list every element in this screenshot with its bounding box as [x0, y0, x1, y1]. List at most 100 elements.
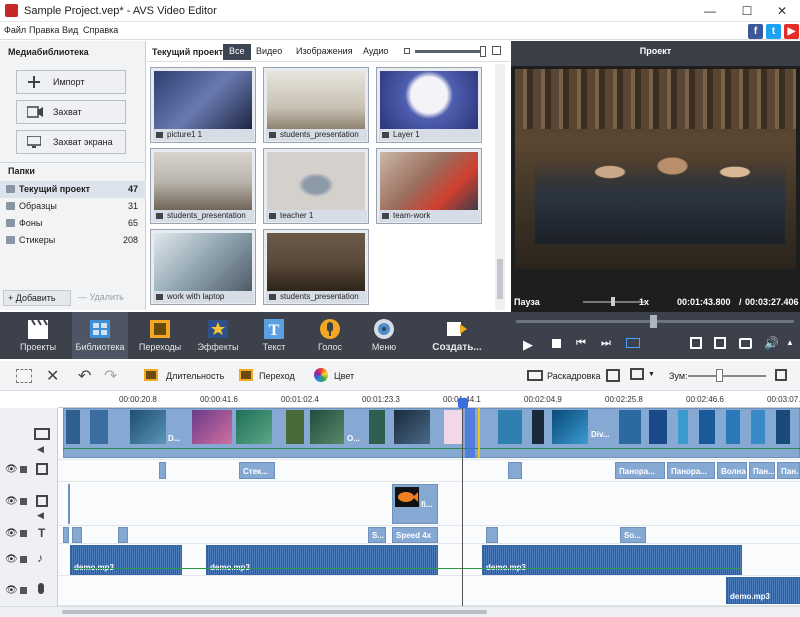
filter-images[interactable]: Изображения	[290, 44, 359, 60]
video-clip[interactable]	[310, 410, 344, 444]
media-item[interactable]: Layer 1	[376, 67, 482, 143]
effect-clip[interactable]	[508, 462, 522, 479]
prev-frame-button[interactable]: ⏮	[576, 337, 586, 350]
import-button[interactable]: Импорт	[16, 70, 126, 94]
menu-edit[interactable]: Правка	[29, 25, 59, 35]
color-button[interactable]: Цвет	[334, 371, 354, 381]
audio-clip[interactable]: demo.mp3	[206, 545, 438, 575]
facebook-icon[interactable]: f	[748, 24, 763, 39]
split-button[interactable]	[626, 338, 640, 348]
eye-icon[interactable]: 👁	[5, 496, 18, 507]
audio-detach-icon[interactable]: ◀	[37, 444, 44, 455]
video-clip[interactable]	[130, 410, 166, 444]
text-clip[interactable]: So...	[620, 527, 646, 543]
transition-icon[interactable]	[239, 369, 253, 381]
text-clip[interactable]: S...	[368, 527, 386, 543]
zoom-slider-handle[interactable]	[716, 369, 723, 382]
stop-button[interactable]	[552, 339, 561, 348]
small-thumbs-icon[interactable]	[404, 48, 410, 54]
video-clip[interactable]	[286, 410, 304, 444]
tool-projects[interactable]: Проекты	[10, 312, 66, 359]
menu-view[interactable]: Вид	[62, 25, 78, 35]
video-clip[interactable]	[649, 410, 667, 444]
text-clip[interactable]	[486, 527, 498, 543]
delete-folder-button[interactable]: — Удалить	[74, 290, 142, 306]
video-clip[interactable]	[751, 410, 765, 444]
filter-all[interactable]: Все	[223, 44, 251, 60]
playhead-handle[interactable]	[458, 398, 468, 408]
media-item[interactable]: students_presentation	[263, 67, 369, 143]
effect-clip[interactable]: Пан...	[749, 462, 775, 479]
video-clip[interactable]	[394, 410, 430, 444]
folder-stickers[interactable]: Стикеры 208	[0, 232, 146, 249]
effect-clip[interactable]	[159, 462, 166, 479]
close-button[interactable]: ✕	[764, 0, 800, 22]
thumb-size-slider[interactable]	[415, 50, 485, 53]
media-scrollbar[interactable]	[495, 64, 505, 310]
play-button[interactable]: ▶	[523, 337, 533, 353]
video-clip[interactable]	[619, 410, 641, 444]
eye-icon[interactable]: 👁	[5, 464, 18, 475]
volume-chevron-icon[interactable]: ▲	[786, 338, 794, 347]
effect-clip[interactable]: Панора...	[667, 462, 715, 479]
eye-icon[interactable]: 👁	[5, 585, 18, 596]
text-clip[interactable]	[72, 527, 82, 543]
text-clip[interactable]	[118, 527, 128, 543]
twitter-icon[interactable]: t	[766, 24, 781, 39]
video-clip[interactable]	[66, 410, 80, 444]
menu-help[interactable]: Справка	[83, 25, 118, 35]
playhead-line[interactable]	[462, 408, 463, 606]
folder-backgrounds[interactable]: Фоны 65	[0, 215, 146, 232]
tool-effects[interactable]: Эффекты	[190, 312, 246, 359]
lock-icon[interactable]	[20, 498, 27, 505]
eye-icon[interactable]: 👁	[5, 554, 18, 565]
create-button[interactable]: Создать...	[422, 312, 492, 359]
media-item[interactable]: work with laptop	[150, 229, 256, 305]
eye-icon[interactable]: 👁	[5, 528, 18, 539]
color-wheel-icon[interactable]	[314, 368, 328, 382]
youtube-icon[interactable]: ▶	[784, 24, 799, 39]
tool-text[interactable]: T Текст	[246, 312, 302, 359]
effect-clip[interactable]: Панора...	[615, 462, 665, 479]
lock-icon[interactable]	[20, 587, 27, 594]
storyboard-button[interactable]: Раскадровка	[547, 371, 601, 381]
redo-icon[interactable]: ↷	[104, 366, 117, 386]
tool-menu[interactable]: Меню	[356, 312, 412, 359]
fullscreen-button[interactable]	[690, 337, 702, 349]
speed-slider-handle[interactable]	[611, 297, 615, 306]
snapshot-button[interactable]	[739, 338, 752, 349]
thumb-size-handle[interactable]	[480, 46, 486, 57]
monitor-icon[interactable]	[630, 368, 644, 380]
media-item[interactable]: students_presentation	[263, 229, 369, 305]
text-clip[interactable]	[63, 527, 69, 543]
timeline-progress-handle[interactable]	[650, 315, 657, 328]
duration-icon[interactable]	[144, 369, 158, 381]
text-clip[interactable]: Speed 4x	[392, 527, 438, 543]
video-clip[interactable]	[726, 410, 740, 444]
fit-icon[interactable]	[16, 369, 32, 383]
tool-transitions[interactable]: Переходы	[132, 312, 188, 359]
delete-icon[interactable]: ✕	[46, 366, 59, 386]
detach-preview-button[interactable]	[714, 337, 726, 349]
video-clip[interactable]	[369, 410, 385, 444]
timeline-tracks[interactable]: D... O... Div... Стек... Панора... Панор…	[58, 408, 800, 606]
volume-button[interactable]: 🔊	[764, 336, 779, 350]
media-item[interactable]: team-work	[376, 148, 482, 224]
add-folder-button[interactable]: + Добавить	[3, 290, 71, 306]
storyboard-icon[interactable]	[527, 370, 543, 381]
video-clip[interactable]	[776, 410, 790, 444]
media-item[interactable]: teacher 1	[263, 148, 369, 224]
maximize-button[interactable]: ☐	[729, 0, 765, 22]
media-item[interactable]: students_presentation	[150, 148, 256, 224]
effect-clip[interactable]: Пан...	[777, 462, 800, 479]
tool-library[interactable]: Библиотека	[72, 312, 128, 359]
menu-file[interactable]: Файл	[4, 25, 26, 35]
audio-detach-icon[interactable]: ◀	[37, 510, 44, 521]
filter-video[interactable]: Видео	[250, 44, 288, 60]
filter-audio[interactable]: Аудио	[357, 44, 394, 60]
chevron-down-icon[interactable]: ▼	[648, 371, 655, 378]
video-clip[interactable]	[678, 410, 688, 444]
capture-button[interactable]: Захват	[16, 100, 126, 124]
timeline-ruler[interactable]: 00:00:20.8 00:00:41.6 00:01:02.4 00:01:2…	[58, 392, 800, 408]
timeline-scroll-thumb[interactable]	[62, 610, 487, 614]
